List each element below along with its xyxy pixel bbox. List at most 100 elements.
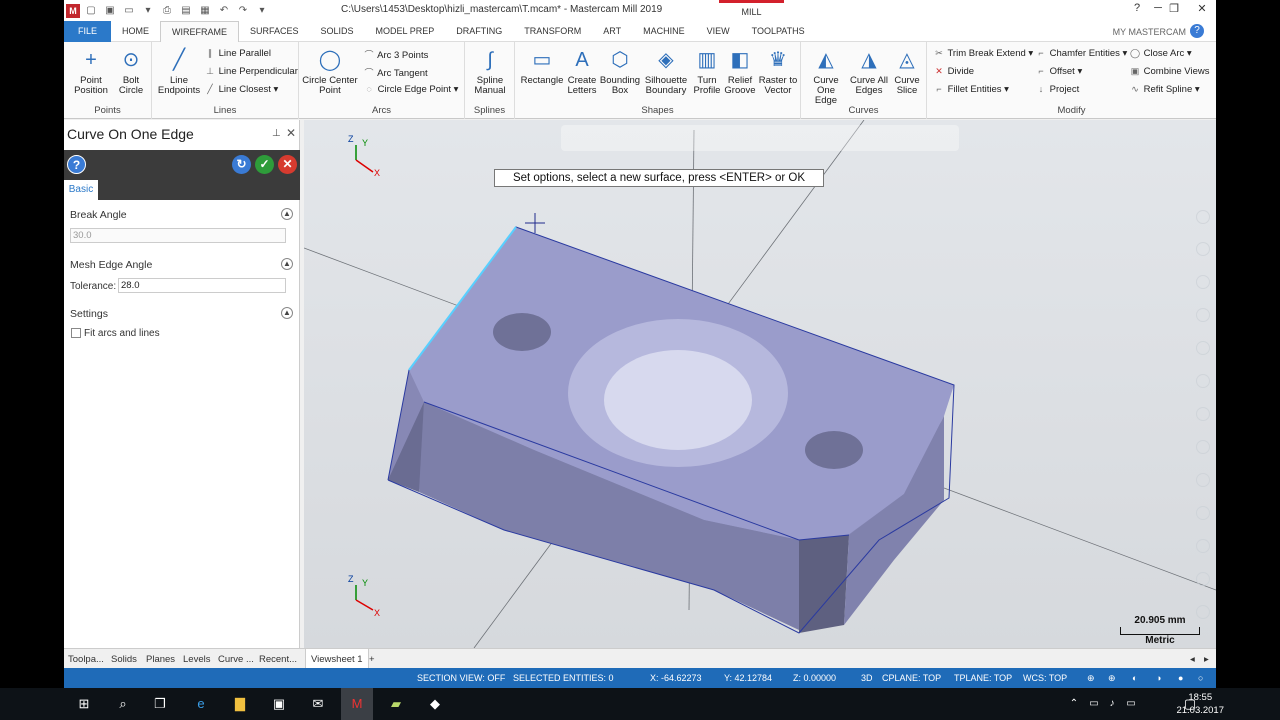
- maximize-button[interactable]: ❐: [1160, 2, 1188, 18]
- customize-icon[interactable]: ▾: [254, 3, 270, 19]
- panel-close-icon[interactable]: ✕: [286, 126, 296, 140]
- line-closest-button[interactable]: ╱ Line Closest ▾: [204, 84, 278, 95]
- chamfer-entities-button[interactable]: ⌐ Chamfer Entities ▾: [1035, 48, 1127, 59]
- viewsheet-tab[interactable]: Viewsheet 1: [305, 649, 369, 669]
- tab-curve-panel[interactable]: Curve ...: [218, 654, 254, 665]
- undo-icon[interactable]: ↶: [216, 3, 232, 19]
- shaded-sphere-icon[interactable]: ●: [1178, 673, 1183, 683]
- tab-view[interactable]: VIEW: [696, 21, 741, 42]
- curve-all-edges-button[interactable]: ◮ Curve All Edges: [848, 47, 890, 96]
- chevron-up-icon[interactable]: ⌃: [1066, 696, 1082, 712]
- viewport-tool-icon[interactable]: [1196, 374, 1210, 388]
- tab-wireframe[interactable]: WIREFRAME: [160, 20, 240, 42]
- tolerance-field[interactable]: 28.0: [118, 278, 286, 293]
- collapse-chevron-icon[interactable]: ▲: [281, 208, 293, 220]
- project-button[interactable]: ↓ Project: [1035, 84, 1079, 95]
- collapse-chevron-icon[interactable]: ▲: [281, 258, 293, 270]
- offset-button[interactable]: ⌐ Offset ▾: [1035, 66, 1082, 77]
- globe-icon[interactable]: ⊕: [1087, 673, 1095, 684]
- arc-3-points-button[interactable]: ⌒ Arc 3 Points: [363, 48, 428, 61]
- divide-button[interactable]: ✕ Divide: [933, 66, 974, 77]
- tab-solids[interactable]: SOLIDS: [310, 21, 365, 42]
- tab-model-prep[interactable]: MODEL PREP: [365, 21, 446, 42]
- edge-browser-icon[interactable]: e: [193, 696, 209, 712]
- notes-app-icon[interactable]: ▰: [388, 696, 404, 712]
- app-icon[interactable]: ◆: [427, 696, 443, 712]
- viewport-tool-icon[interactable]: [1196, 341, 1210, 355]
- my-mastercam-link[interactable]: MY MASTERCAM: [1113, 27, 1186, 37]
- store-icon[interactable]: ▣: [271, 696, 287, 712]
- help-icon[interactable]: ?: [1190, 24, 1204, 38]
- ok-and-create-new-icon[interactable]: ↻: [232, 155, 251, 174]
- add-viewsheet-button[interactable]: +: [369, 654, 375, 665]
- raster-to-vector-button[interactable]: ♛ Raster to Vector: [757, 47, 799, 96]
- cplane-status[interactable]: CPLANE: TOP: [882, 673, 941, 683]
- viewport-tool-icon[interactable]: [1196, 605, 1210, 619]
- volume-icon[interactable]: ♪: [1104, 696, 1120, 712]
- floating-toolbar[interactable]: [561, 125, 959, 151]
- viewport-tool-icon[interactable]: [1196, 308, 1210, 322]
- spline-manual-button[interactable]: ∫ Spline Manual: [468, 47, 512, 96]
- silhouette-boundary-button[interactable]: ◈ Silhouette Boundary: [641, 47, 691, 96]
- globe-icon[interactable]: ⊕: [1108, 673, 1116, 684]
- pin-icon[interactable]: ⊥: [272, 128, 281, 139]
- circle-edge-point-button[interactable]: ◌ Circle Edge Point ▾: [363, 84, 458, 95]
- line-endpoints-button[interactable]: ╱ Line Endpoints: [156, 47, 202, 96]
- scroll-left-icon[interactable]: ◂: [1190, 654, 1195, 665]
- print-preview-icon[interactable]: ▤: [178, 3, 194, 19]
- create-letters-button[interactable]: A Create Letters: [565, 47, 599, 96]
- line-perpendicular-button[interactable]: ⊥ Line Perpendicular: [204, 66, 298, 77]
- viewport-tool-icon[interactable]: [1196, 440, 1210, 454]
- rectangle-button[interactable]: ▭ Rectangle: [519, 47, 565, 86]
- viewport-tool-icon[interactable]: [1196, 572, 1210, 586]
- turn-profile-button[interactable]: ▥ Turn Profile: [691, 47, 723, 96]
- viewport-tool-icon[interactable]: [1196, 210, 1210, 224]
- curve-slice-button[interactable]: ◬ Curve Slice: [890, 47, 924, 96]
- arc-tangent-button[interactable]: ⌒ Arc Tangent: [363, 66, 427, 79]
- search-icon[interactable]: ⌕: [115, 696, 131, 712]
- wireframe-icon[interactable]: ○: [1198, 673, 1203, 683]
- close-arc-button[interactable]: ◯ Close Arc ▾: [1129, 48, 1192, 59]
- bounding-box-button[interactable]: ⬡ Bounding Box: [599, 47, 641, 96]
- shading-icon[interactable]: ◑: [1156, 673, 1161, 683]
- viewport-tool-icon[interactable]: [1196, 275, 1210, 289]
- curve-one-edge-button[interactable]: ◭ Curve One Edge: [805, 47, 847, 106]
- viewport-tool-icon[interactable]: [1196, 407, 1210, 421]
- save-as-icon[interactable]: ▦: [197, 3, 213, 19]
- tab-art[interactable]: ART: [592, 21, 632, 42]
- tab-recent-functions[interactable]: Recent...: [259, 654, 297, 665]
- ok-check-icon[interactable]: ✓: [255, 155, 274, 174]
- graphics-viewport[interactable]: Z Y X Z Y X Set options, select a new su…: [304, 120, 1216, 648]
- selected-entities-status[interactable]: SELECTED ENTITIES: 0: [513, 673, 614, 683]
- mastercam-taskbar-icon[interactable]: M: [341, 688, 373, 720]
- save-icon[interactable]: ▣: [102, 3, 118, 19]
- mail-icon[interactable]: ✉: [310, 696, 326, 712]
- windows-start-icon[interactable]: ⊞: [76, 696, 92, 712]
- tab-file[interactable]: FILE: [64, 20, 112, 42]
- tab-planes-manager[interactable]: Planes: [146, 654, 175, 665]
- view-mode-status[interactable]: 3D: [861, 673, 873, 683]
- viewport-tool-icon[interactable]: [1196, 506, 1210, 520]
- open-folder-icon[interactable]: ▭: [121, 3, 137, 19]
- combine-views-button[interactable]: ▣ Combine Views: [1129, 66, 1210, 77]
- display-mode-icon[interactable]: ◐: [1132, 673, 1137, 683]
- wcs-status[interactable]: WCS: TOP: [1023, 673, 1067, 683]
- cancel-icon[interactable]: ✕: [278, 155, 297, 174]
- task-view-icon[interactable]: ❐: [152, 696, 168, 712]
- bolt-circle-button[interactable]: ⊙ Bolt Circle: [114, 47, 148, 96]
- trim-break-extend-button[interactable]: ✂ Trim Break Extend ▾: [933, 48, 1033, 59]
- tab-solids-manager[interactable]: Solids: [111, 654, 137, 665]
- tab-basic[interactable]: Basic: [64, 180, 98, 200]
- print-icon[interactable]: ⎙: [159, 3, 175, 19]
- refit-spline-button[interactable]: ∿ Refit Spline ▾: [1129, 84, 1199, 95]
- relief-groove-button[interactable]: ◧ Relief Groove: [723, 47, 757, 96]
- tplane-status[interactable]: TPLANE: TOP: [954, 673, 1012, 683]
- tab-toolpaths[interactable]: TOOLPATHS: [741, 21, 816, 42]
- section-view-status[interactable]: SECTION VIEW: OFF: [417, 673, 505, 683]
- new-file-icon[interactable]: ▢: [83, 3, 99, 19]
- tab-home[interactable]: HOME: [111, 21, 160, 42]
- line-parallel-button[interactable]: ∥ Line Parallel: [204, 48, 271, 59]
- tab-levels-manager[interactable]: Levels: [183, 654, 210, 665]
- file-explorer-icon[interactable]: ▇: [232, 696, 248, 712]
- keyboard-icon[interactable]: ▭: [1123, 696, 1139, 712]
